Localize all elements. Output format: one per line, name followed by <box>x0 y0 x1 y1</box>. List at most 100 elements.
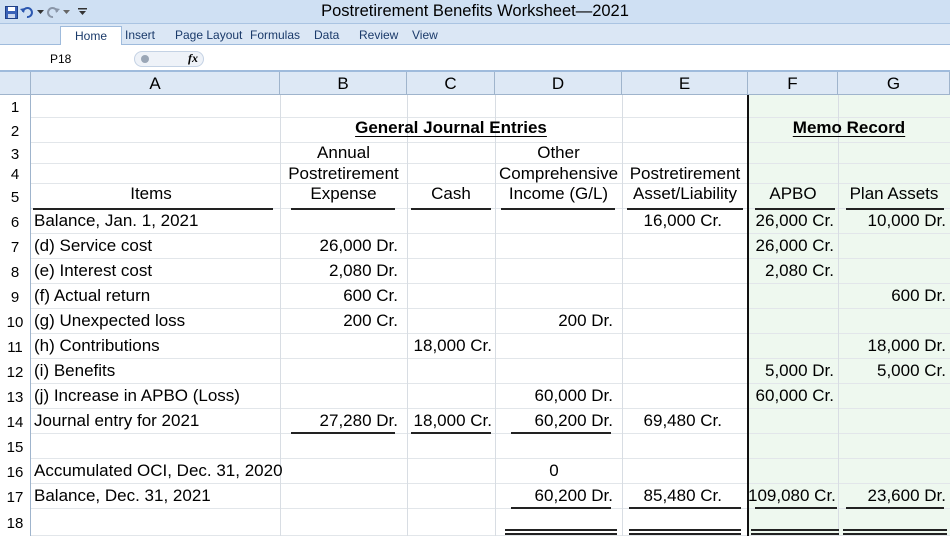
cell-a6[interactable]: Balance, Jan. 1, 2021 <box>34 211 280 231</box>
formula-controls[interactable]: fx <box>134 51 204 67</box>
cell-g11[interactable]: 18,000 Dr. <box>838 336 946 356</box>
double-underline <box>751 533 839 535</box>
tab-review[interactable]: Review <box>355 26 402 45</box>
cell-e17[interactable]: 85,480 Cr. <box>622 486 722 506</box>
column-header-d[interactable]: D <box>495 72 622 95</box>
cell-a7[interactable]: (d) Service cost <box>34 236 280 256</box>
row-header-1[interactable]: 1 <box>0 95 31 118</box>
tab-data[interactable]: Data <box>310 26 343 45</box>
total-underline <box>411 432 491 434</box>
balance-underline <box>846 507 944 509</box>
plan-assets-heading: Plan Assets <box>849 184 939 203</box>
memo-separator <box>747 95 749 536</box>
column-header-g[interactable]: G <box>838 72 950 95</box>
cell-b10[interactable]: 200 Cr. <box>280 311 398 331</box>
header-underline <box>846 208 944 210</box>
cell-a11[interactable]: (h) Contributions <box>34 336 280 356</box>
cell-a17[interactable]: Balance, Dec. 31, 2021 <box>34 486 280 506</box>
column-header-c[interactable]: C <box>407 72 495 95</box>
cell-d17[interactable]: 60,200 Dr. <box>495 486 613 506</box>
cell-a16[interactable]: Accumulated OCI, Dec. 31, 2020 <box>34 461 283 481</box>
cell-f12[interactable]: 5,000 Dr. <box>748 361 834 381</box>
column-header-b[interactable]: B <box>280 72 407 95</box>
tab-view[interactable]: View <box>408 26 442 45</box>
cell-c14[interactable]: 18,000 Cr. <box>407 411 492 431</box>
cell-d13[interactable]: 60,000 Dr. <box>495 386 613 406</box>
cell-g12[interactable]: 5,000 Cr. <box>838 361 946 381</box>
row-header-8[interactable]: 8 <box>0 259 31 284</box>
cell-a13[interactable]: (j) Increase in APBO (Loss) <box>34 386 280 406</box>
total-underline <box>511 432 611 434</box>
row-header-10[interactable]: 10 <box>0 309 31 334</box>
row-header-16[interactable]: 16 <box>0 459 31 484</box>
cell-a9[interactable]: (f) Actual return <box>34 286 280 306</box>
row-header-14[interactable]: 14 <box>0 409 31 434</box>
cell-f17[interactable]: 109,080 Cr. <box>748 486 836 506</box>
header-underline <box>291 208 395 210</box>
cell-d10[interactable]: 200 Dr. <box>495 311 613 331</box>
cell-a12[interactable]: (i) Benefits <box>34 361 280 381</box>
double-underline <box>751 529 839 531</box>
double-underline <box>843 529 947 531</box>
insert-function-icon[interactable]: fx <box>188 51 198 66</box>
row-header-6[interactable]: 6 <box>0 209 31 234</box>
balance-underline <box>511 507 611 509</box>
column-header-f[interactable]: F <box>748 72 838 95</box>
cell-b8[interactable]: 2,080 Dr. <box>280 261 398 281</box>
double-underline <box>843 533 947 535</box>
name-box[interactable]: P18 <box>50 52 71 66</box>
tab-page-layout[interactable]: Page Layout <box>171 26 246 45</box>
row-header-18[interactable]: 18 <box>0 509 31 536</box>
cell-f7[interactable]: 26,000 Cr. <box>748 236 834 256</box>
cell-b9[interactable]: 600 Cr. <box>280 286 398 306</box>
row-header-17[interactable]: 17 <box>0 484 31 509</box>
row-header-4[interactable]: 4 <box>0 164 31 184</box>
row-header-9[interactable]: 9 <box>0 284 31 309</box>
column-header-e[interactable]: E <box>622 72 748 95</box>
cell-g6[interactable]: 10,000 Dr. <box>838 211 946 231</box>
cell-f13[interactable]: 60,000 Cr. <box>748 386 834 406</box>
row-header-2[interactable]: 2 <box>0 118 31 143</box>
cell-d14[interactable]: 60,200 Dr. <box>495 411 613 431</box>
oci-heading-line3: Income (G/L) <box>508 184 609 203</box>
cell-d16[interactable]: 0 <box>495 461 613 481</box>
asset-liability-heading-line1: Postretirement <box>629 164 741 183</box>
ribbon-tabs: Home Insert Page Layout Formulas Data Re… <box>0 24 950 45</box>
cell-c11[interactable]: 18,000 Cr. <box>407 336 492 356</box>
select-all-corner[interactable] <box>0 72 31 95</box>
cell-g9[interactable]: 600 Dr. <box>838 286 946 306</box>
cell-g17[interactable]: 23,600 Dr. <box>838 486 946 506</box>
cell-b14[interactable]: 27,280 Dr. <box>280 411 398 431</box>
header-underline <box>755 208 835 210</box>
expand-knob-icon[interactable] <box>141 55 149 63</box>
cell-grid[interactable]: General Journal Entries Memo Record Item… <box>31 95 950 536</box>
cell-f8[interactable]: 2,080 Cr. <box>748 261 834 281</box>
window-title: Postretirement Benefits Worksheet—2021 <box>321 2 629 20</box>
tab-home[interactable]: Home <box>60 26 123 45</box>
tab-formulas[interactable]: Formulas <box>246 26 304 45</box>
header-underline <box>501 208 615 210</box>
row-gridline <box>31 383 950 384</box>
column-header-a[interactable]: A <box>31 72 280 95</box>
cell-e6[interactable]: 16,000 Cr. <box>622 211 722 231</box>
row-header-7[interactable]: 7 <box>0 234 31 259</box>
row-gridline <box>31 333 950 334</box>
row-header-13[interactable]: 13 <box>0 384 31 409</box>
cell-a14[interactable]: Journal entry for 2021 <box>34 411 280 431</box>
cell-a10[interactable]: (g) Unexpected loss <box>34 311 280 331</box>
tab-insert[interactable]: Insert <box>121 26 159 45</box>
formula-bar: P18 fx <box>0 46 950 72</box>
cell-f6[interactable]: 26,000 Cr. <box>748 211 834 231</box>
row-header-11[interactable]: 11 <box>0 334 31 359</box>
row-header-12[interactable]: 12 <box>0 359 31 384</box>
cell-e14[interactable]: 69,480 Cr. <box>622 411 722 431</box>
general-journal-heading: General Journal Entries <box>355 118 547 137</box>
row-header-15[interactable]: 15 <box>0 434 31 459</box>
cell-b7[interactable]: 26,000 Dr. <box>280 236 398 256</box>
column-gridline <box>838 95 839 536</box>
row-header-3[interactable]: 3 <box>0 143 31 164</box>
row-header-5[interactable]: 5 <box>0 184 31 209</box>
cell-a8[interactable]: (e) Interest cost <box>34 261 280 281</box>
double-underline <box>505 529 617 531</box>
oci-heading-line1: Other <box>537 143 580 162</box>
